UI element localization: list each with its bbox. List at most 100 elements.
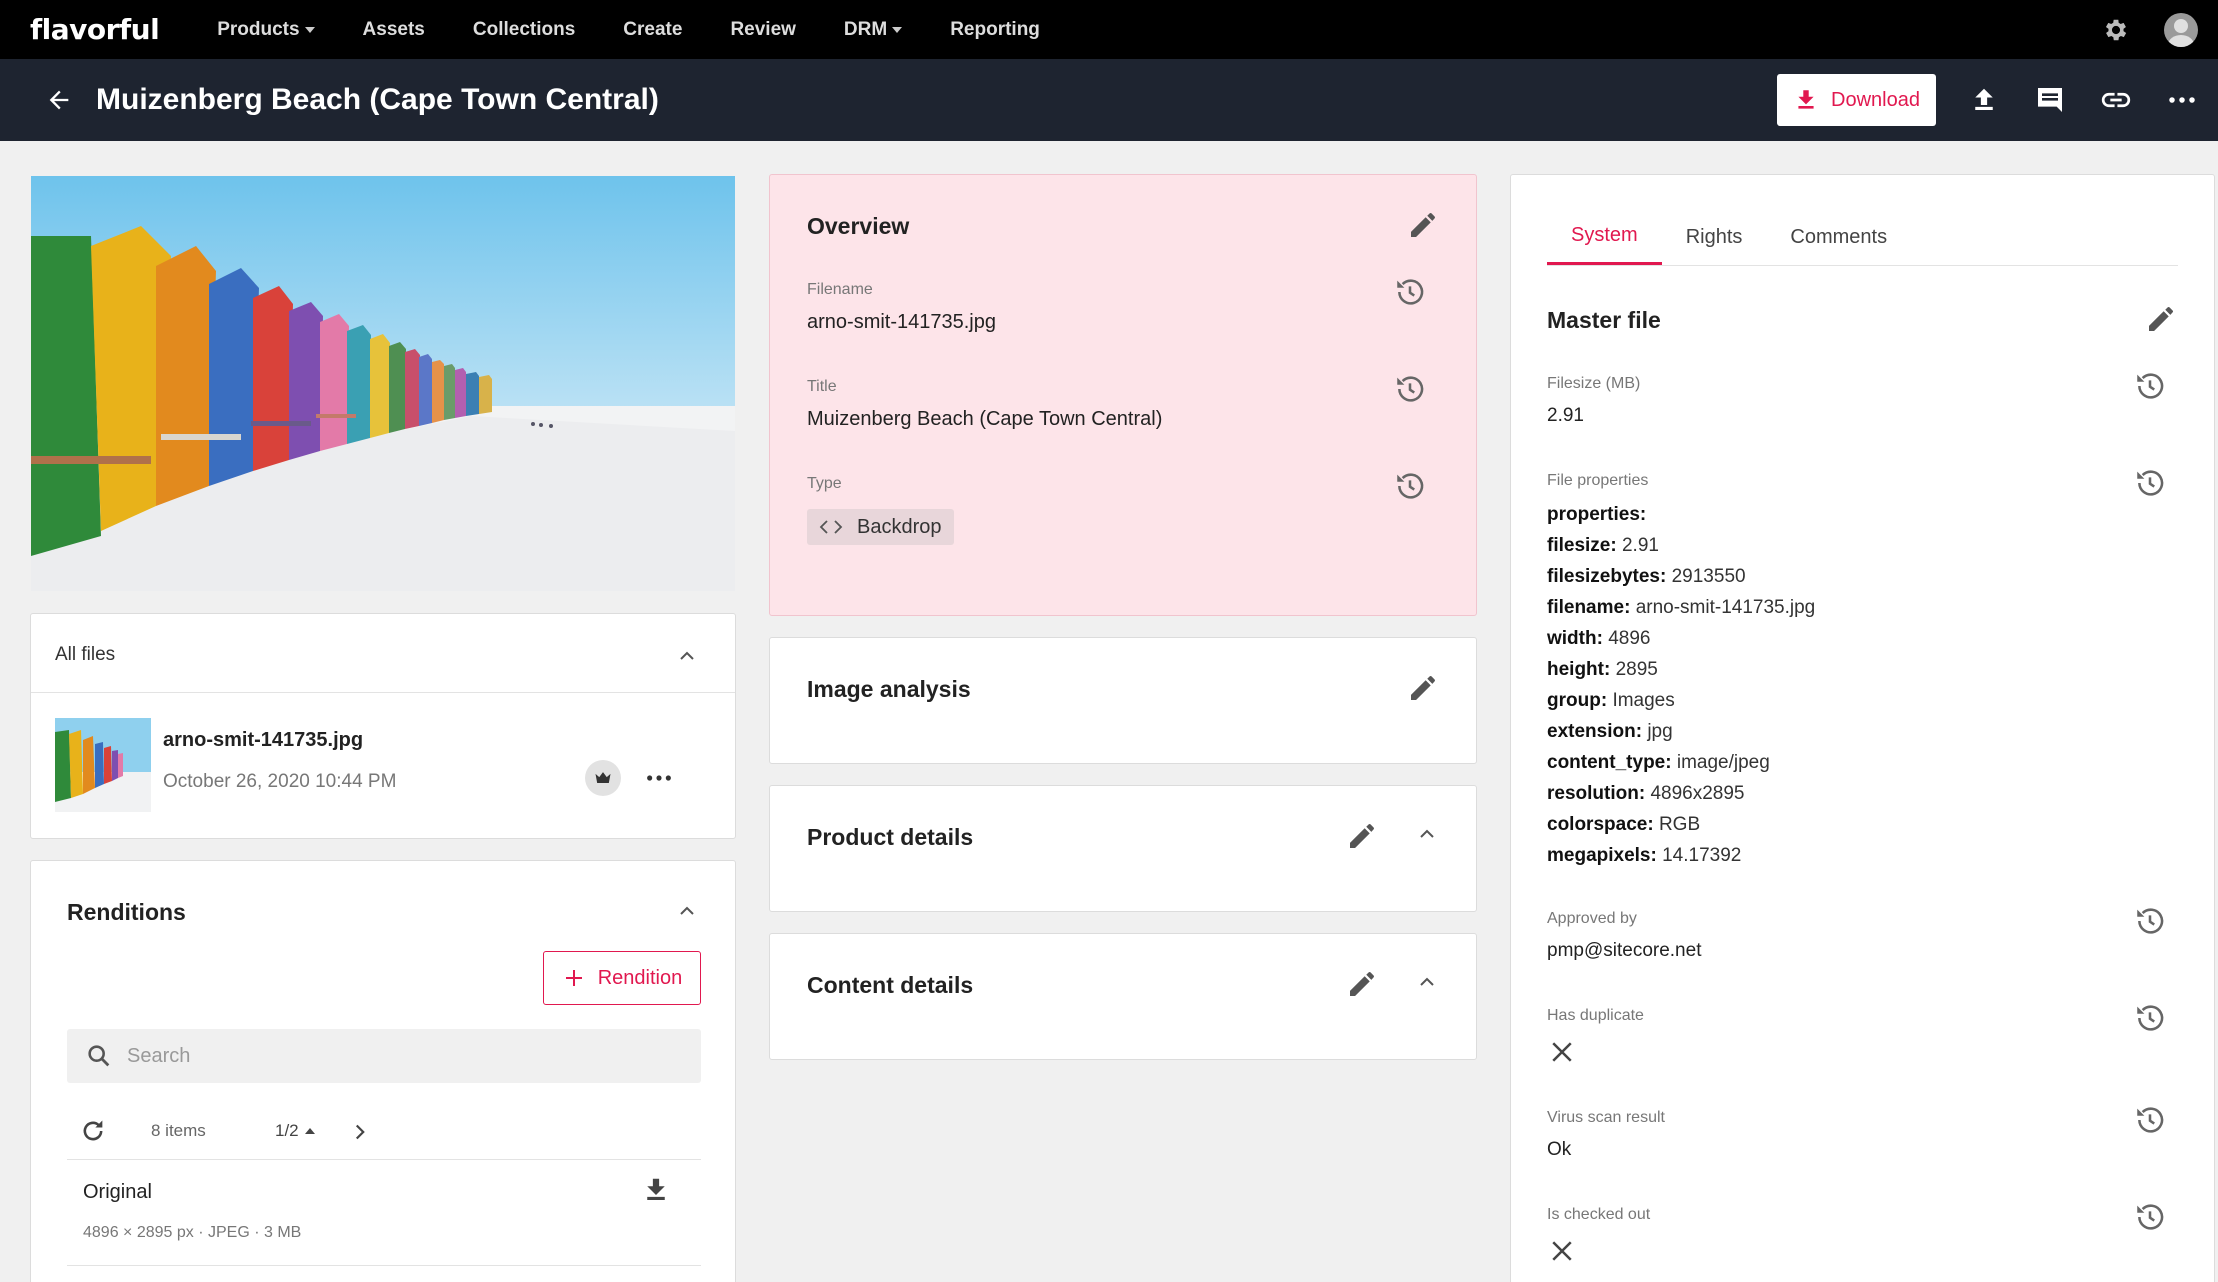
tab-rights[interactable]: Rights: [1662, 209, 1767, 265]
items-count: 8 items: [151, 1121, 206, 1140]
caret-down-icon: [304, 26, 315, 33]
edit-pencil-icon[interactable]: [1346, 820, 1378, 852]
filesize-value: 2.91: [1547, 405, 1584, 426]
chevron-up-icon[interactable]: [1415, 970, 1439, 994]
nav-reporting-label: Reporting: [950, 18, 1040, 40]
add-rendition-button[interactable]: Rendition: [543, 951, 701, 1005]
property-row: resolution: 4896x2895: [1547, 783, 1745, 804]
user-avatar[interactable]: [2164, 12, 2198, 47]
nav-create[interactable]: Create: [623, 19, 682, 41]
type-label: Type: [807, 475, 842, 492]
page-number: 1/2: [275, 1121, 299, 1140]
back-arrow-icon[interactable]: [42, 83, 76, 117]
rendition-search: [67, 1029, 701, 1083]
property-row: filename: arno-smit-141735.jpg: [1547, 597, 1816, 618]
nav-assets[interactable]: Assets: [363, 19, 425, 41]
history-icon[interactable]: [2133, 904, 2167, 938]
chevron-up-icon[interactable]: [675, 644, 699, 668]
history-icon[interactable]: [2133, 369, 2167, 403]
page-indicator[interactable]: 1/2: [275, 1121, 315, 1141]
file-more-icon[interactable]: [645, 764, 673, 792]
history-icon[interactable]: [2133, 1200, 2167, 1234]
virus-scan-label: Virus scan result: [1547, 1109, 1665, 1126]
property-row: height: 2895: [1547, 659, 1658, 680]
content-details-title: Content details: [807, 972, 974, 998]
tab-bar: System Rights Comments: [1547, 209, 2178, 266]
file-thumbnail[interactable]: [55, 718, 151, 812]
plus-icon: [565, 970, 582, 986]
next-page-icon[interactable]: [347, 1119, 373, 1145]
nav-review[interactable]: Review: [730, 19, 795, 41]
settings-gear-icon[interactable]: [2098, 12, 2134, 48]
link-icon[interactable]: [2098, 82, 2134, 118]
history-icon[interactable]: [1393, 469, 1427, 503]
edit-pencil-icon[interactable]: [2145, 303, 2177, 335]
property-row: filesize: 2.91: [1547, 535, 1659, 556]
property-row: width: 4896: [1547, 628, 1651, 649]
chevron-up-icon[interactable]: [675, 899, 699, 923]
type-tag[interactable]: Backdrop: [807, 509, 954, 545]
property-row: colorspace: RGB: [1547, 814, 1701, 835]
upload-icon[interactable]: [1966, 82, 2002, 118]
download-button[interactable]: Download: [1777, 74, 1936, 126]
content-details-panel: Content details: [769, 933, 1477, 1060]
nav-collections-label: Collections: [472, 18, 576, 40]
chevron-up-icon[interactable]: [1415, 822, 1439, 846]
property-row: filesizebytes: 2913550: [1547, 566, 1746, 587]
edit-pencil-icon[interactable]: [1407, 672, 1439, 704]
property-row: megapixels: 14.17392: [1547, 845, 1742, 866]
title-label: Title: [807, 378, 837, 395]
tab-comments[interactable]: Comments: [1766, 209, 1911, 265]
checked-out-label: Is checked out: [1547, 1206, 1651, 1223]
divider: [67, 1159, 701, 1160]
download-icon: [1798, 90, 1814, 109]
property-row: group: Images: [1547, 690, 1675, 711]
file-date: October 26, 2020 10:44 PM: [163, 771, 397, 792]
history-icon[interactable]: [2133, 1103, 2167, 1137]
rendition-row[interactable]: Original 4896 × 2895 px · JPEG · 3 MB: [67, 1161, 701, 1267]
renditions-panel: Renditions Rendition 8 items 1/2 Origina…: [30, 860, 736, 1282]
nav-assets-label: Assets: [362, 18, 425, 40]
asset-header: Muizenberg Beach (Cape Town Central) Dow…: [0, 59, 2218, 141]
asset-preview-image[interactable]: [31, 176, 735, 591]
add-rendition-label: Rendition: [597, 966, 683, 989]
properties-header: properties:: [1547, 504, 1647, 525]
top-navigation: flavorful Products Assets Collections Cr…: [0, 0, 2218, 59]
filename-label: Filename: [807, 281, 873, 298]
history-icon[interactable]: [2133, 1001, 2167, 1035]
title-value: Muizenberg Beach (Cape Town Central): [807, 408, 1163, 430]
more-options-icon[interactable]: [2164, 82, 2200, 118]
refresh-icon[interactable]: [79, 1117, 107, 1145]
tab-system[interactable]: System: [1547, 209, 1662, 265]
caret-down-icon: [892, 26, 903, 33]
nav-reporting[interactable]: Reporting: [950, 19, 1040, 41]
file-properties-list: properties: filesize: 2.91 filesizebytes…: [1547, 499, 1815, 871]
product-details-title: Product details: [807, 824, 974, 850]
nav-products-label: Products: [217, 18, 300, 40]
history-icon[interactable]: [1393, 275, 1427, 309]
master-file-title: Master file: [1547, 307, 1661, 333]
history-icon[interactable]: [2133, 466, 2167, 500]
page-title: Muizenberg Beach (Cape Town Central): [96, 83, 659, 116]
edit-pencil-icon[interactable]: [1407, 209, 1439, 241]
history-icon[interactable]: [1393, 372, 1427, 406]
nav-collections[interactable]: Collections: [473, 19, 575, 41]
renditions-title: Renditions: [67, 899, 186, 925]
nav-products[interactable]: Products: [217, 18, 315, 41]
download-label: Download: [1831, 88, 1920, 111]
close-x-icon: [1552, 1042, 1572, 1062]
file-name[interactable]: arno-smit-141735.jpg: [163, 729, 363, 752]
search-input[interactable]: [127, 1044, 627, 1068]
overview-title: Overview: [807, 213, 910, 239]
product-details-panel: Product details: [769, 785, 1477, 912]
image-analysis-title: Image analysis: [807, 676, 971, 702]
filename-value: arno-smit-141735.jpg: [807, 311, 996, 333]
nav-drm[interactable]: DRM: [844, 19, 903, 41]
app-logo[interactable]: flavorful: [30, 13, 160, 46]
nav-review-label: Review: [730, 18, 796, 40]
download-icon[interactable]: [641, 1175, 671, 1205]
edit-pencil-icon[interactable]: [1346, 968, 1378, 1000]
master-crown-icon[interactable]: [585, 760, 621, 796]
comment-icon[interactable]: [2032, 82, 2068, 118]
divider: [67, 1265, 701, 1266]
